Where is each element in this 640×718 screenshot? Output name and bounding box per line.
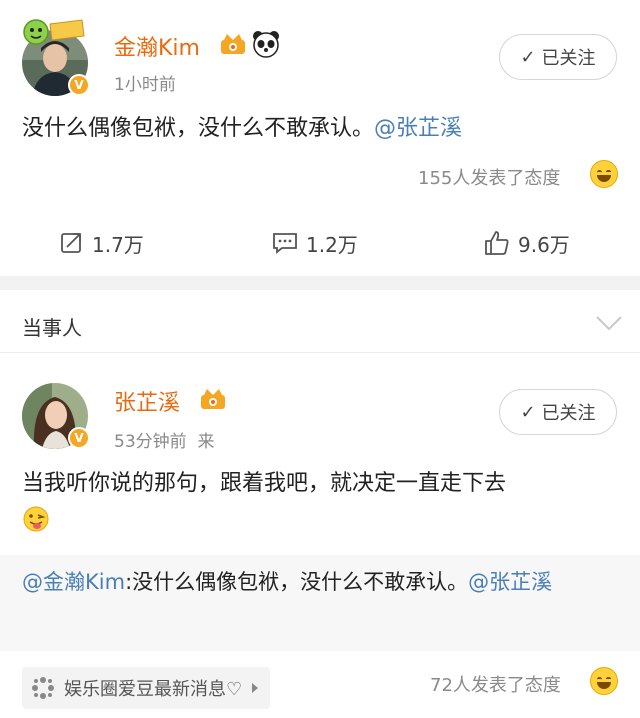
comment-count: 1.2万: [306, 232, 358, 257]
flower-icon: [32, 677, 54, 699]
panda-icon: [253, 31, 279, 58]
section-divider: [0, 276, 640, 290]
repost-icon: [61, 233, 81, 253]
check-icon: ✓: [520, 46, 536, 68]
section-title: 当事人: [22, 316, 82, 340]
repost-count: 1.7万: [92, 232, 144, 257]
comment-button[interactable]: 1.2万: [272, 213, 358, 273]
verified-badge: V: [68, 74, 90, 96]
post-content: 当我听你说的那句，跟着我吧，就决定一直走下去: [22, 467, 506, 501]
action-bar: 1.7万 1.2万 9.6万: [0, 213, 640, 273]
comment-icon: [273, 233, 297, 254]
quote-text: @金瀚Kim:没什么偶像包袱，没什么不敢承认。@张芷溪: [22, 570, 553, 594]
tongue-emoji-icon: [23, 506, 49, 532]
play-arrow-icon: [252, 683, 259, 693]
chevron-down-icon[interactable]: [594, 314, 624, 332]
post-zhangzhixi: V 张芷溪 53分钟前 来 ✓ 已关注 当我听你说的那句，跟着我吧，就决定一直走…: [0, 353, 640, 718]
follow-label: 已关注: [541, 48, 596, 69]
check-icon: ✓: [520, 401, 536, 423]
laugh-emoji-icon[interactable]: [590, 667, 618, 695]
content-text: 当我听你说的那句，跟着我吧，就决定一直走下去: [22, 471, 507, 496]
quoted-post[interactable]: @金瀚Kim:没什么偶像包袱，没什么不敢承认。@张芷溪: [0, 555, 640, 651]
like-button[interactable]: 9.6万: [484, 213, 570, 273]
mention-link[interactable]: @张芷溪: [374, 116, 462, 141]
laugh-emoji-icon[interactable]: [590, 160, 618, 188]
follow-label: 已关注: [541, 403, 596, 424]
vip-crown-icon: [201, 389, 225, 409]
reaction-count[interactable]: 72人发表了态度: [430, 671, 561, 697]
quote-mention-2[interactable]: @张芷溪: [468, 570, 552, 594]
follow-button[interactable]: ✓ 已关注: [499, 389, 617, 435]
post-time: 1小时前: [114, 75, 176, 95]
reaction-count[interactable]: 155人发表了态度: [418, 164, 560, 190]
post-jinhan: V 金瀚Kim 1小时前 ✓ 已关注 没什么偶像包袱，没什么不敢承认。@张芷溪 …: [0, 0, 640, 275]
follow-button[interactable]: ✓ 已关注: [499, 34, 617, 80]
content-text: 没什么偶像包袱，没什么不敢承认。: [22, 116, 375, 141]
avatar-sticker-icon: [23, 19, 85, 45]
verified-badge: V: [68, 427, 90, 449]
quote-mention[interactable]: @金瀚Kim: [22, 570, 125, 594]
source-tag[interactable]: 娱乐圈爱豆最新消息♡: [22, 667, 271, 709]
vip-crown-icon: [221, 34, 245, 54]
post-time: 53分钟前 来: [114, 432, 215, 452]
author-name[interactable]: 张芷溪: [114, 385, 180, 417]
thumbs-up-icon: [485, 231, 509, 255]
author-name[interactable]: 金瀚Kim: [114, 30, 200, 62]
source-label: 娱乐圈爱豆最新消息♡: [64, 679, 243, 700]
source-prefix: 来: [197, 432, 215, 452]
like-count: 9.6万: [518, 232, 570, 257]
repost-button[interactable]: 1.7万: [60, 213, 144, 273]
post-content: 没什么偶像包袱，没什么不敢承认。@张芷溪: [22, 112, 462, 146]
